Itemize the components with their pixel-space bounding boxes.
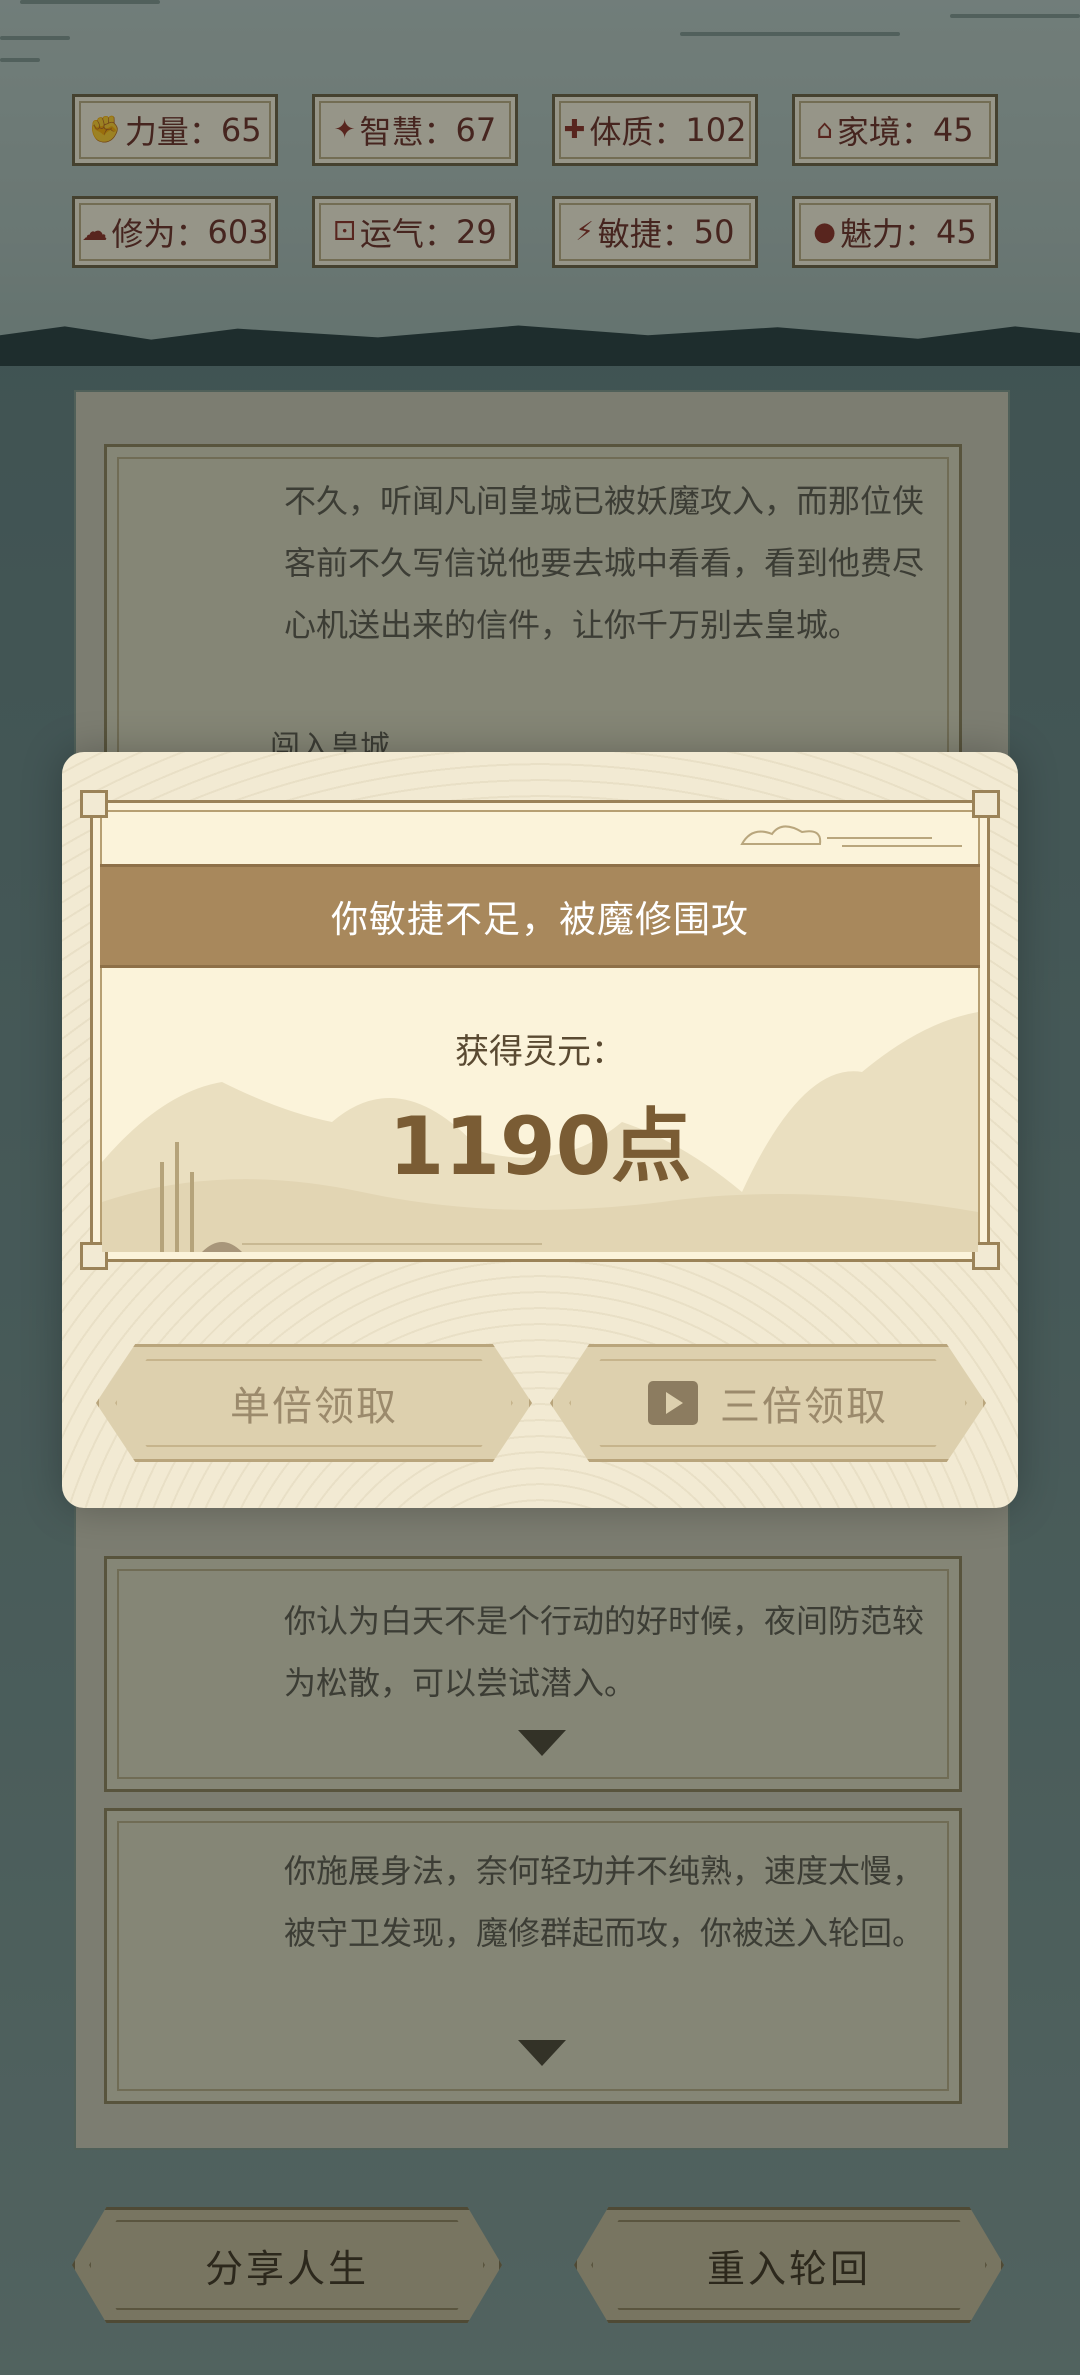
cloud-ornament-icon: [740, 825, 962, 847]
dialog-title: 你敏捷不足，被魔修围攻: [100, 864, 980, 968]
frame-corner: [80, 790, 108, 818]
reward-amount: 1190点: [388, 1100, 692, 1193]
single-claim-label: 单倍领取: [230, 1384, 398, 1430]
reward-dialog: 你敏捷不足，被魔修围攻 获得灵元： 1190点 单倍领取 三倍领取: [62, 752, 1018, 1508]
triple-claim-label: 三倍领取: [720, 1384, 888, 1430]
frame-corner: [972, 790, 1000, 818]
single-claim-button[interactable]: 单倍领取: [96, 1344, 532, 1462]
triple-claim-button[interactable]: 三倍领取: [550, 1344, 986, 1462]
reward-label: 获得灵元：: [455, 1032, 625, 1072]
video-play-icon: [648, 1381, 698, 1425]
